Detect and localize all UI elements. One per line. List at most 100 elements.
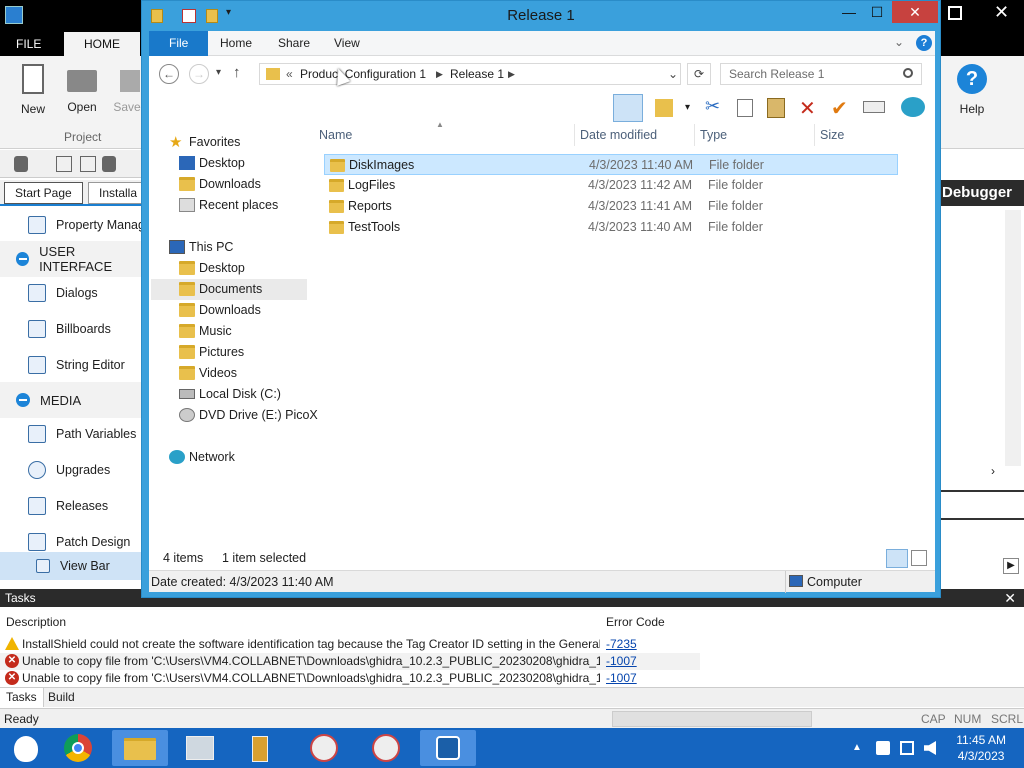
checkmark-icon[interactable]: ✔ <box>831 96 857 120</box>
nav-item-billboards[interactable]: Billboards <box>0 312 145 346</box>
minimize-button[interactable]: — <box>834 1 864 23</box>
tool-icon-4[interactable] <box>102 156 116 172</box>
error-code-link[interactable]: -1007 <box>606 670 637 687</box>
app-close-button[interactable]: ✕ <box>994 2 1009 23</box>
new-button[interactable]: New <box>11 62 55 116</box>
file-row[interactable]: Reports 4/3/2023 11:41 AM File folder <box>324 196 898 217</box>
tool-icon-3[interactable] <box>80 156 96 172</box>
save-label: Save <box>113 100 141 114</box>
network-globe-icon[interactable] <box>901 97 925 117</box>
nav-label: Videos <box>199 366 237 380</box>
nav-label: Downloads <box>199 177 261 191</box>
maximize-button[interactable]: ☐ <box>862 1 892 23</box>
address-bar[interactable]: « Product Configuration 1 ▶ Release 1 ▶ … <box>259 63 681 85</box>
task-row[interactable]: InstallShield could not create the softw… <box>0 636 700 653</box>
debugger-scrollbar[interactable] <box>1005 210 1021 466</box>
breadcrumb-separator-icon[interactable]: ▶ <box>436 64 443 84</box>
search-input[interactable]: Search Release 1 <box>720 63 922 85</box>
breadcrumb-product-configuration[interactable]: Product Configuration 1 <box>300 64 426 84</box>
details-view-button[interactable] <box>886 549 908 568</box>
tab-view[interactable]: View <box>320 31 374 56</box>
help-icon[interactable]: ? <box>916 35 932 51</box>
installshield-taskbar-button[interactable] <box>420 730 476 766</box>
up-button[interactable]: ↑ <box>233 64 241 81</box>
error-code-link[interactable]: -7235 <box>606 636 637 653</box>
debugger-scroll-right-icon[interactable]: › <box>991 464 995 478</box>
save-button[interactable]: Save <box>112 62 142 114</box>
recent-locations-icon[interactable]: ▾ <box>216 67 221 78</box>
tab-file[interactable]: File <box>149 31 209 56</box>
tray-chevron-icon[interactable]: ▲ <box>852 742 862 753</box>
paste-icon[interactable] <box>767 98 785 118</box>
hand-tool-icon[interactable] <box>14 156 28 172</box>
nav-section-media[interactable]: MEDIA <box>0 382 145 418</box>
file-row[interactable]: LogFiles 4/3/2023 11:42 AM File folder <box>324 175 898 196</box>
tab-installation[interactable]: Installa <box>88 182 145 204</box>
nav-section-user-interface[interactable]: USER INTERFACE <box>0 241 145 277</box>
col-date-modified[interactable]: Date modified <box>580 128 657 142</box>
address-dropdown-icon[interactable]: ⌄ <box>668 64 678 84</box>
back-button[interactable]: ← <box>159 64 179 84</box>
col-description[interactable]: Description <box>6 615 66 629</box>
tab-share[interactable]: Share <box>264 31 324 56</box>
compass-taskbar-button[interactable] <box>296 730 352 766</box>
col-name[interactable]: Name <box>319 128 352 142</box>
tab-start-page[interactable]: Start Page <box>4 182 83 204</box>
debugger-scroll-right-button[interactable]: ▶ <box>1003 558 1019 574</box>
open-button[interactable]: Open <box>60 62 104 114</box>
chrome-taskbar-button[interactable] <box>52 730 108 766</box>
nav-pc-documents[interactable]: Documents <box>151 279 307 300</box>
monitor-taskbar-button[interactable] <box>172 730 228 766</box>
cut-icon[interactable]: ✂ <box>705 96 731 120</box>
ribbon-expand-icon[interactable]: ⌄ <box>894 35 904 49</box>
window-title: Release 1 <box>507 7 575 24</box>
close-button[interactable]: ✕ <box>892 1 938 23</box>
col-type[interactable]: Type <box>700 128 727 142</box>
breadcrumb-overflow[interactable]: « <box>286 64 293 84</box>
tasks-close-icon[interactable]: ✕ <box>1004 589 1016 607</box>
col-error-code[interactable]: Error Code <box>606 615 665 629</box>
volume-icon[interactable] <box>924 741 936 755</box>
action-center-icon[interactable] <box>876 741 890 755</box>
nav-item-path-variables[interactable]: Path Variables <box>0 417 145 451</box>
preview-pane-icon[interactable] <box>613 94 643 122</box>
tab-tasks[interactable]: Tasks <box>0 688 44 707</box>
network-icon[interactable] <box>900 741 914 755</box>
nav-item-property-manager[interactable]: Property Manag <box>0 208 145 242</box>
rename-icon[interactable] <box>863 101 885 113</box>
copy-icon[interactable] <box>737 99 753 117</box>
nav-item-dialogs[interactable]: Dialogs <box>0 276 145 310</box>
taskbar: ▲ 11:45 AM 4/3/2023 <box>0 728 1024 768</box>
explorer-taskbar-button[interactable] <box>112 730 168 766</box>
task-row[interactable]: ✕ Unable to copy file from 'C:\Users\VM4… <box>0 670 700 687</box>
start-button[interactable] <box>0 730 52 766</box>
delete-icon[interactable]: ✕ <box>799 96 825 120</box>
col-size[interactable]: Size <box>820 128 844 142</box>
nav-item-releases[interactable]: Releases <box>0 489 145 523</box>
help-label: Help <box>959 102 985 116</box>
tab-home[interactable]: Home <box>206 31 266 56</box>
system-clock[interactable]: 11:45 AM 4/3/2023 <box>956 732 1006 764</box>
refresh-button[interactable]: ⟳ <box>687 63 711 85</box>
view-bar[interactable]: View Bar <box>0 552 145 580</box>
tab-build[interactable]: Build <box>42 688 81 707</box>
file-row[interactable]: DiskImages 4/3/2023 11:40 AM File folder <box>324 154 898 175</box>
app-restore-button[interactable] <box>948 6 962 20</box>
tool-icon-2[interactable] <box>56 156 72 172</box>
file-row[interactable]: TestTools 4/3/2023 11:40 AM File folder <box>324 217 898 238</box>
nav-item-string-editor[interactable]: String Editor <box>0 348 145 382</box>
large-icons-view-button[interactable] <box>911 550 927 566</box>
breadcrumb-release[interactable]: Release 1 <box>450 64 504 84</box>
nav-item-upgrades[interactable]: Upgrades <box>0 453 145 487</box>
ribbon-tab-home[interactable]: HOME <box>64 32 140 56</box>
error-code-link[interactable]: -1007 <box>606 653 637 670</box>
task-row[interactable]: ✕ Unable to copy file from 'C:\Users\VM4… <box>0 653 700 670</box>
breadcrumb-separator-icon[interactable]: ▶ <box>508 64 515 84</box>
installer-taskbar-button[interactable] <box>232 730 288 766</box>
help-button[interactable]: ? Help <box>950 62 994 116</box>
forward-button[interactable]: → <box>189 64 209 84</box>
upgrades-icon <box>28 461 46 479</box>
ribbon-tab-file[interactable]: FILE <box>6 32 51 56</box>
compass-taskbar-button-2[interactable] <box>358 730 414 766</box>
folder-options-icon[interactable] <box>655 99 673 117</box>
